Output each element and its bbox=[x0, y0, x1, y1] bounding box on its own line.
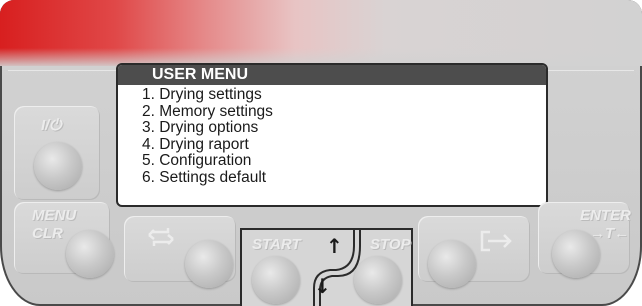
menu-label: MENU bbox=[32, 207, 77, 224]
power-button[interactable] bbox=[34, 142, 82, 190]
power-label: I/⏻ bbox=[41, 117, 62, 134]
menu-item-drying-settings[interactable]: 1. Drying settings bbox=[142, 86, 546, 104]
arrow-down-icon: ↓ bbox=[314, 274, 331, 298]
menu-item-configuration[interactable]: 5. Configuration bbox=[142, 153, 546, 170]
export-button[interactable] bbox=[428, 240, 476, 288]
tare-label: →T← bbox=[590, 225, 630, 242]
keypad-panel: USER MENU 1. Drying settings 2. Memory s… bbox=[0, 0, 642, 306]
menu-item-memory-settings[interactable]: 2. Memory settings bbox=[142, 103, 546, 121]
start-button[interactable] bbox=[252, 256, 300, 304]
swap-button[interactable] bbox=[185, 240, 233, 288]
swap-icon bbox=[146, 226, 176, 250]
lcd-display: USER MENU 1. Drying settings 2. Memory s… bbox=[116, 63, 548, 207]
menu-item-drying-raport[interactable]: 4. Drying raport bbox=[142, 136, 546, 154]
menu-item-drying-options[interactable]: 3. Drying options bbox=[142, 120, 546, 137]
export-icon bbox=[480, 228, 514, 254]
menu-clr-button[interactable] bbox=[66, 230, 114, 278]
menu-list: 1. Drying settings 2. Memory settings 3.… bbox=[118, 85, 546, 187]
stop-label: STOP bbox=[370, 236, 411, 253]
menu-item-settings-default[interactable]: 6. Settings default bbox=[142, 169, 546, 187]
enter-tare-button[interactable] bbox=[552, 230, 600, 278]
menu-title: USER MENU bbox=[118, 65, 546, 85]
clr-label: CLR bbox=[32, 225, 63, 242]
brand-stripe bbox=[0, 0, 642, 66]
stop-button[interactable] bbox=[354, 256, 402, 304]
arrow-up-icon: ↑ bbox=[326, 234, 343, 258]
start-label: START bbox=[252, 236, 301, 253]
enter-label: ENTER bbox=[580, 207, 631, 224]
